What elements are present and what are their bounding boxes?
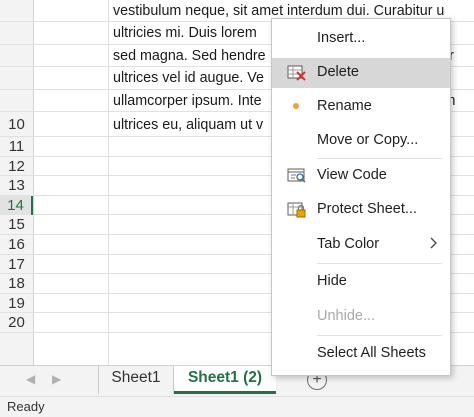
menu-item-hide[interactable]: Hide: [272, 267, 450, 297]
menu-item-label: Unhide...: [317, 308, 376, 324]
view-code-icon: [287, 167, 307, 185]
menu-separator: [317, 158, 442, 159]
row-number[interactable]: [0, 45, 33, 67]
menu-item-move-or-copy[interactable]: Move or Copy...: [272, 126, 450, 156]
menu-item-label: Move or Copy...: [317, 132, 419, 148]
menu-item-rename[interactable]: Rename: [272, 92, 450, 122]
menu-separator: [317, 263, 442, 264]
menu-item-label: View Code: [317, 167, 387, 183]
bullet-icon: [293, 103, 299, 109]
menu-item-unhide: Unhide...: [272, 302, 450, 332]
menu-item-tab-color[interactable]: Tab Color: [272, 230, 450, 260]
menu-item-protect-sheet[interactable]: Protect Sheet...: [272, 195, 450, 225]
row-number[interactable]: 13: [0, 176, 33, 196]
row-number[interactable]: 11: [0, 137, 33, 157]
row-number[interactable]: 18: [0, 274, 33, 294]
protect-sheet-icon: [287, 201, 307, 219]
tab-sheet1[interactable]: Sheet1: [98, 366, 174, 394]
row-number[interactable]: 15: [0, 215, 33, 235]
menu-item-view-code[interactable]: View Code: [272, 161, 450, 191]
row-number[interactable]: 20: [0, 313, 33, 333]
row-number[interactable]: 17: [0, 255, 33, 275]
menu-item-label: Tab Color: [317, 236, 380, 252]
sheet-context-menu: Insert... Delete Rename Move or Copy...: [271, 18, 451, 376]
status-bar: Ready: [0, 396, 474, 417]
menu-item-label: Protect Sheet...: [317, 201, 417, 217]
menu-item-delete[interactable]: Delete: [272, 58, 450, 88]
menu-item-label: Rename: [317, 98, 372, 114]
scroll-left-icon[interactable]: ◀: [26, 372, 35, 386]
row-number-selected[interactable]: 14: [0, 195, 33, 216]
menu-item-insert[interactable]: Insert...: [272, 24, 450, 54]
row-number[interactable]: 19: [0, 294, 33, 314]
tab-sheet1-2[interactable]: Sheet1 (2): [174, 366, 276, 394]
row-number[interactable]: 12: [0, 157, 33, 177]
scroll-right-icon[interactable]: ▶: [52, 372, 61, 386]
row-number[interactable]: [0, 22, 33, 44]
delete-sheet-icon: [287, 64, 307, 82]
status-text: Ready: [7, 399, 45, 414]
menu-item-label: Insert...: [317, 30, 366, 46]
chevron-right-icon: [429, 236, 439, 250]
row-number[interactable]: [0, 90, 33, 112]
menu-item-label: Select All Sheets: [317, 345, 426, 361]
row-number[interactable]: [0, 67, 33, 89]
menu-item-label: Delete: [317, 64, 359, 80]
row-number[interactable]: 16: [0, 235, 33, 255]
cell-text[interactable]: ultrices eu, aliquam ut v: [113, 114, 263, 136]
row-number[interactable]: [0, 0, 33, 22]
menu-item-label: Hide: [317, 273, 347, 289]
menu-separator: [317, 335, 442, 336]
row-number[interactable]: 10: [0, 112, 33, 137]
menu-item-select-all-sheets[interactable]: Select All Sheets: [272, 339, 450, 369]
